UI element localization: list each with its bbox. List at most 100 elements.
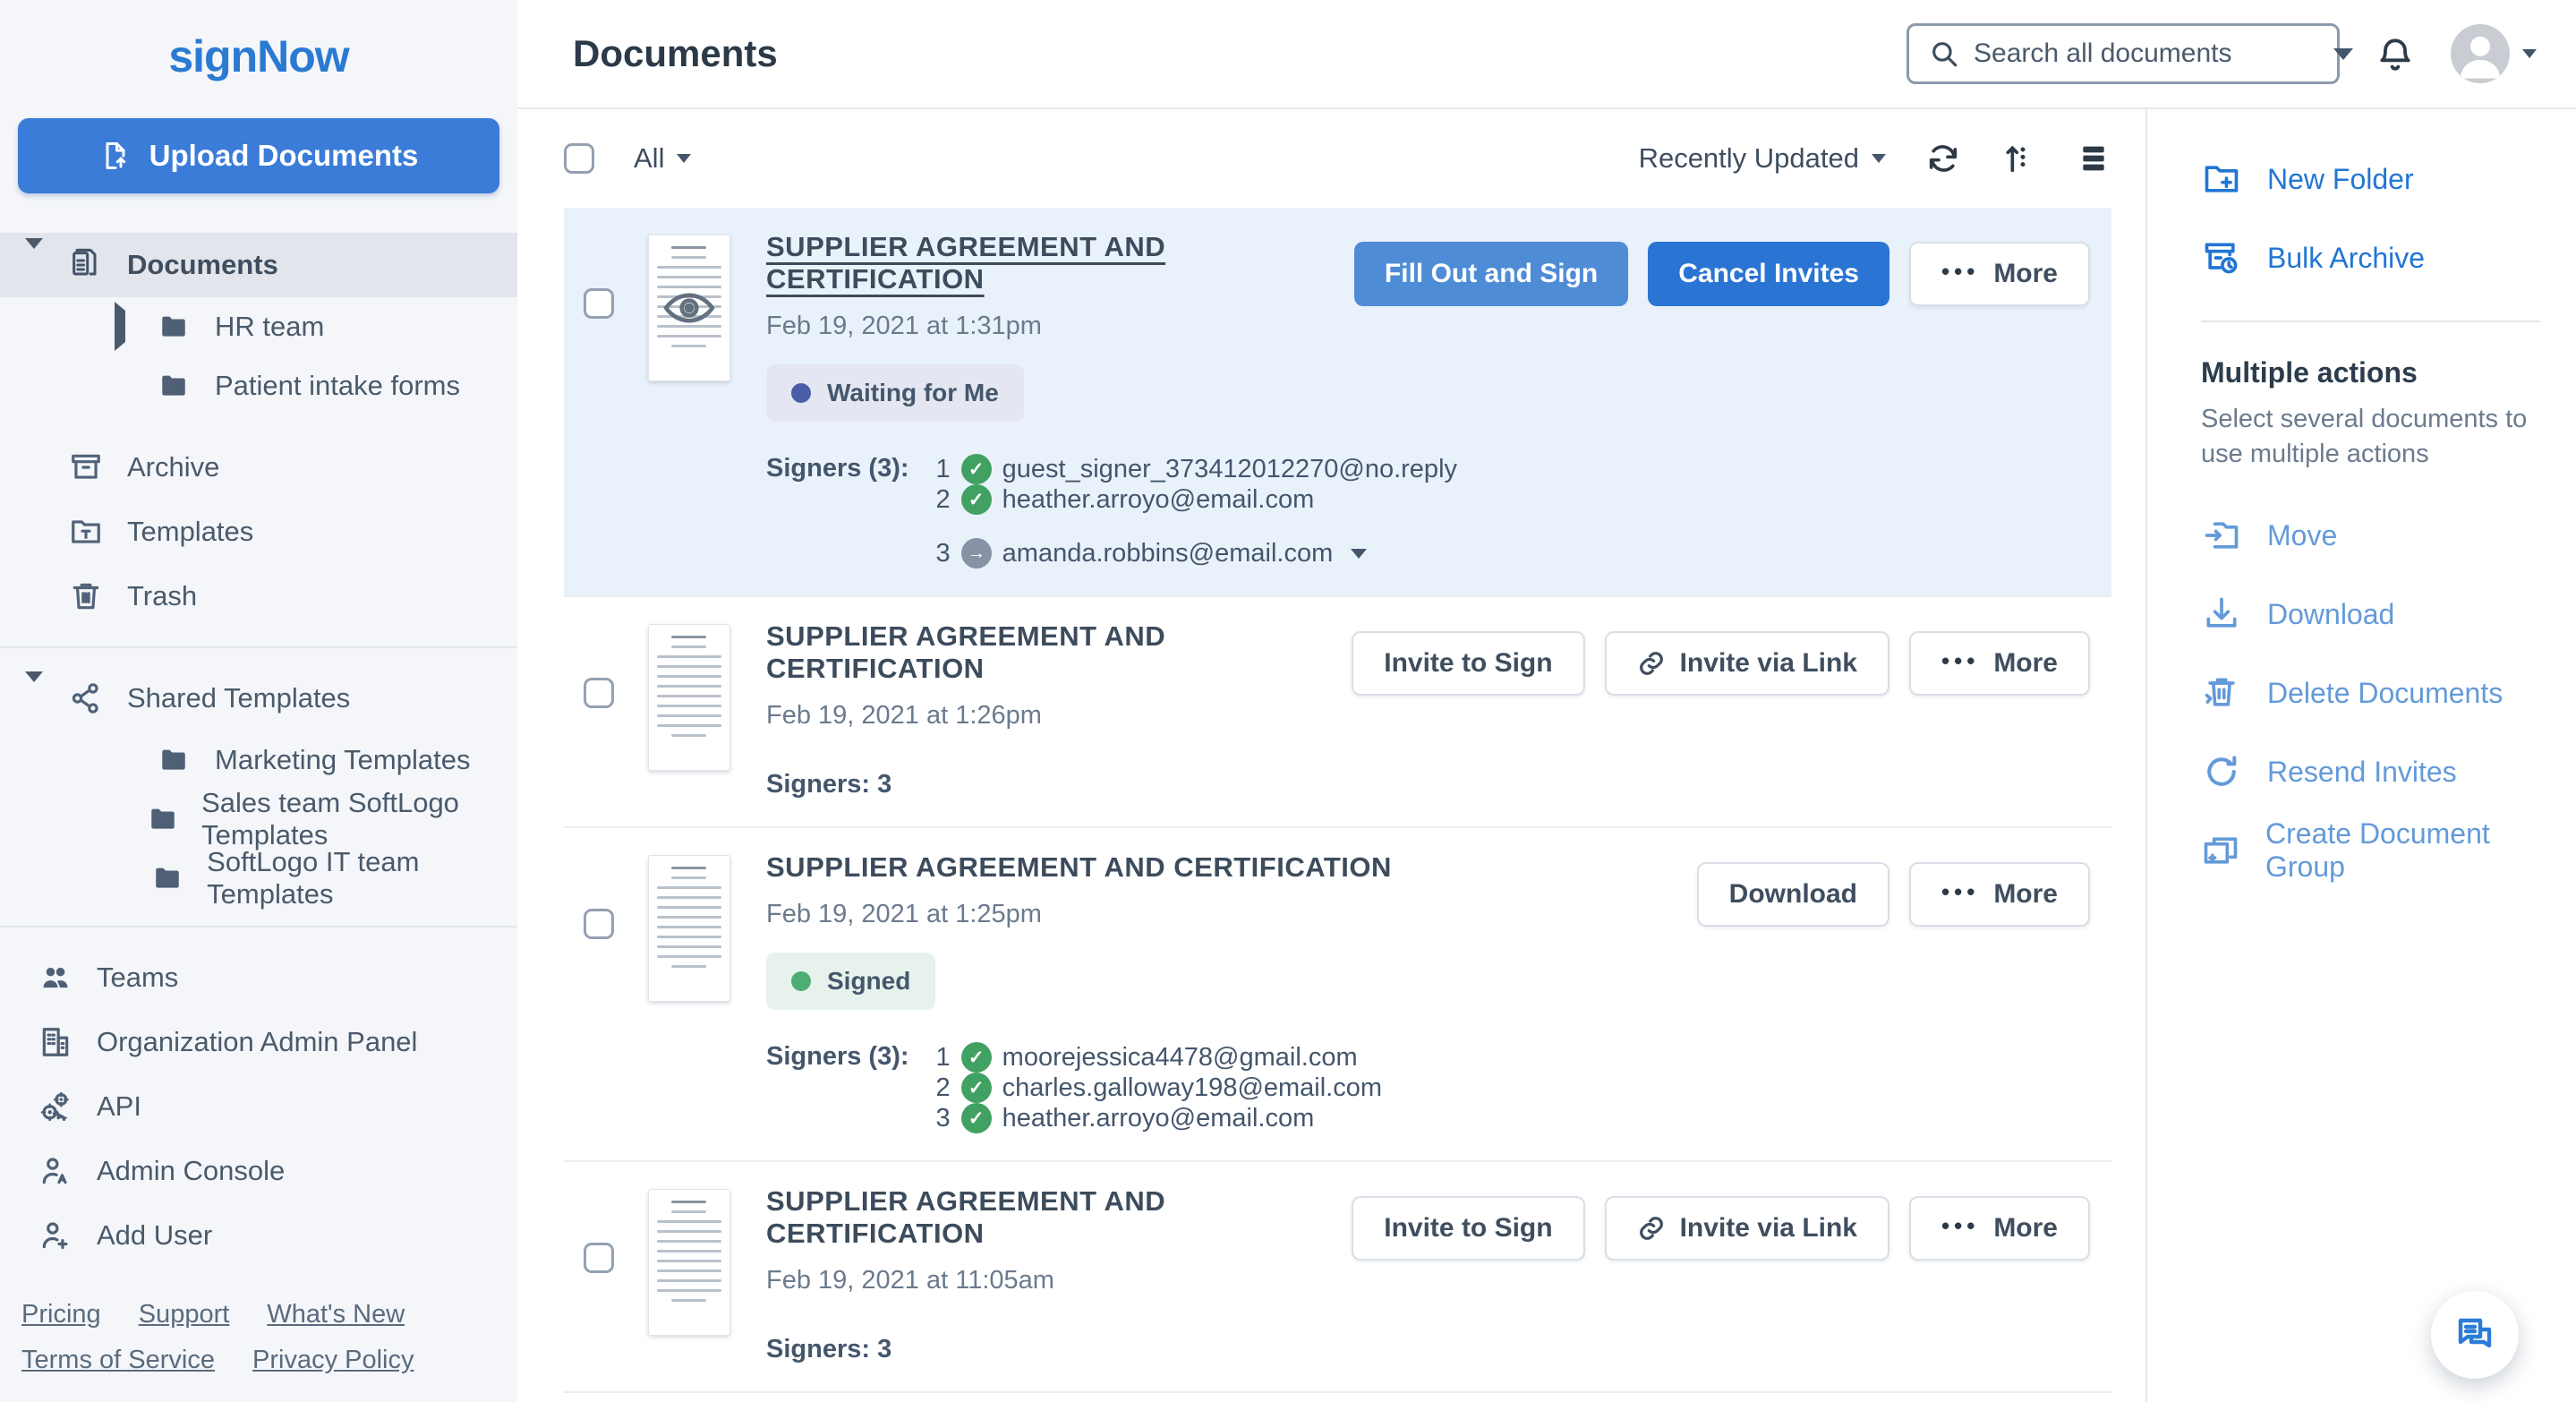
chat-support-button[interactable]: [2431, 1291, 2519, 1379]
document-row[interactable]: SUPPLIER AGREEMENT AND CERTIFICATION Feb…: [564, 1162, 2111, 1393]
signer-status-icon: [960, 484, 992, 515]
sidebar-item-templates[interactable]: Templates: [0, 500, 517, 564]
document-row[interactable]: SUPPLIER AGREEMENT AND CERTIFICATION Feb…: [564, 1393, 2111, 1402]
more-button[interactable]: ••• More: [1909, 1196, 2090, 1261]
signer-status-icon: [960, 1073, 992, 1103]
sidebar-item-label: API: [97, 1090, 141, 1122]
document-date: Feb 19, 2021 at 1:31pm: [766, 312, 1042, 340]
whats-new-link[interactable]: What's New: [267, 1300, 405, 1329]
support-link[interactable]: Support: [139, 1300, 230, 1329]
more-button[interactable]: ••• More: [1909, 862, 2090, 927]
resend-invites-action[interactable]: Resend Invites: [2201, 744, 2549, 799]
sidebar-item-sales-team-softlogo-templates[interactable]: Sales team SoftLogo Templates: [0, 787, 517, 851]
sidebar-item-add-user[interactable]: Add User: [0, 1203, 517, 1268]
list-view-icon[interactable]: [2076, 141, 2111, 176]
search-box[interactable]: [1906, 23, 2353, 84]
row-checkbox[interactable]: [584, 678, 614, 708]
upload-documents-button[interactable]: Upload Documents: [18, 118, 499, 193]
invite-to-sign-button[interactable]: Invite to Sign: [1352, 1196, 1585, 1261]
filter-all-dropdown[interactable]: All: [634, 142, 692, 175]
bulk-archive-button[interactable]: Bulk Archive: [2201, 231, 2549, 285]
upload-documents-label: Upload Documents: [149, 139, 419, 172]
sidebar-item-admin-console[interactable]: Admin Console: [0, 1139, 517, 1203]
main-area: Documents Search all documents All Recen…: [517, 0, 2576, 1402]
folder-icon: [156, 745, 192, 775]
document-title[interactable]: SUPPLIER AGREEMENT AND CERTIFICATION: [766, 231, 1354, 295]
pricing-link[interactable]: Pricing: [21, 1300, 101, 1329]
sidebar-item-shared-templates[interactable]: Shared Templates: [0, 666, 517, 731]
sidebar-item-archive[interactable]: Archive: [0, 435, 517, 500]
chevron-right-icon[interactable]: [115, 302, 125, 351]
sidebar-item-patient-intake-forms[interactable]: Patient intake forms: [0, 356, 517, 415]
more-button[interactable]: ••• More: [1909, 631, 2090, 696]
document-row[interactable]: SUPPLIER AGREEMENT AND CERTIFICATION Feb…: [564, 597, 2111, 828]
trash-icon: [68, 579, 104, 613]
terms-of-service-link[interactable]: Terms of Service: [21, 1346, 215, 1374]
document-row[interactable]: SUPPLIER AGREEMENT AND CERTIFICATION Feb…: [564, 208, 2111, 597]
avatar[interactable]: [2451, 24, 2510, 83]
signer: 3 heather.arroyo@email.com: [936, 1103, 1315, 1133]
sidebar-item-hr-team[interactable]: HR team: [0, 297, 517, 356]
chevron-down-icon[interactable]: [25, 671, 43, 714]
move-icon: [2201, 516, 2242, 555]
document-title[interactable]: SUPPLIER AGREEMENT AND CERTIFICATION: [766, 1185, 1352, 1250]
sidebar-item-label: Teams: [97, 962, 179, 993]
status-badge: Signed: [766, 953, 936, 1010]
sidebar-item-organization-admin-panel[interactable]: Organization Admin Panel: [0, 1010, 517, 1074]
invite-via-link-button[interactable]: Invite via Link: [1604, 1196, 1889, 1261]
more-button[interactable]: ••• More: [1909, 242, 2090, 306]
search-input[interactable]: [1974, 38, 2319, 69]
refresh-icon[interactable]: [1925, 141, 1961, 176]
signers-list: Signers (3): 1 moorejessica4478@gmail.co…: [766, 1042, 1697, 1133]
sidebar-item-label: Templates: [127, 516, 254, 547]
document-thumbnail[interactable]: [648, 1189, 730, 1336]
document-date: Feb 19, 2021 at 11:05am: [766, 1266, 1054, 1295]
download-action[interactable]: Download: [2201, 586, 2549, 642]
notifications-bell-icon[interactable]: [2376, 34, 2415, 73]
cancel-invites-button[interactable]: Cancel Invites: [1648, 242, 1889, 306]
shared-templates-icon: [68, 681, 104, 715]
new-folder-button[interactable]: New Folder: [2201, 152, 2549, 206]
more-dots-icon: •••: [1941, 1212, 1980, 1239]
sidebar-item-marketing-templates[interactable]: Marketing Templates: [0, 731, 517, 790]
invite-to-sign-button[interactable]: Invite to Sign: [1352, 631, 1585, 696]
document-title[interactable]: SUPPLIER AGREEMENT AND CERTIFICATION: [766, 851, 1697, 884]
sort-order-dropdown[interactable]: Recently Updated: [1639, 142, 1886, 175]
status-dot: [791, 971, 811, 991]
privacy-policy-link[interactable]: Privacy Policy: [252, 1346, 414, 1374]
create-document-group-action[interactable]: Create Document Group: [2201, 817, 2549, 883]
more-dots-icon: •••: [1941, 647, 1980, 674]
select-all-checkbox[interactable]: [564, 143, 594, 174]
more-dots-icon: •••: [1941, 878, 1980, 905]
document-thumbnail[interactable]: [648, 235, 730, 381]
search-scope-caret-icon[interactable]: [2333, 47, 2353, 60]
signer-email: heather.arroyo@email.com: [1002, 1103, 1315, 1133]
chevron-down-icon[interactable]: [25, 238, 43, 280]
document-thumbnail[interactable]: [648, 624, 730, 771]
admin-console-icon: [38, 1154, 73, 1188]
sidebar-item-trash[interactable]: Trash: [0, 564, 517, 628]
fill-out-and-sign-button[interactable]: Fill Out and Sign: [1353, 242, 1629, 306]
sidebar-item-documents[interactable]: Documents: [0, 233, 517, 297]
sidebar-item-teams[interactable]: Teams: [0, 945, 517, 1010]
document-row[interactable]: SUPPLIER AGREEMENT AND CERTIFICATION Feb…: [564, 828, 2111, 1162]
row-checkbox[interactable]: [584, 909, 614, 939]
chevron-down-icon[interactable]: [2522, 49, 2537, 58]
sidebar-item-label: Documents: [127, 249, 278, 280]
sidebar-item-softlogo-it-team-templates[interactable]: SoftLogo IT team Templates: [0, 846, 517, 910]
row-checkbox[interactable]: [584, 288, 614, 319]
sidebar-nav: Documents HR team Patient intake forms A…: [0, 233, 517, 1268]
download-button[interactable]: Download: [1696, 862, 1889, 927]
move-action[interactable]: Move: [2201, 508, 2549, 563]
signer-email: moorejessica4478@gmail.com: [1002, 1042, 1358, 1072]
document-title[interactable]: SUPPLIER AGREEMENT AND CERTIFICATION: [766, 620, 1352, 685]
api-gears-icon: [38, 1090, 73, 1124]
sidebar-item-api[interactable]: API: [0, 1074, 517, 1139]
row-checkbox[interactable]: [584, 1243, 614, 1273]
signer-expand-caret-icon[interactable]: [1351, 548, 1368, 559]
delete-documents-action[interactable]: Delete Documents: [2201, 665, 2549, 721]
invite-via-link-button[interactable]: Invite via Link: [1604, 631, 1889, 696]
sort-ascending-icon[interactable]: [2000, 141, 2036, 176]
account-menu[interactable]: [2451, 24, 2537, 83]
document-thumbnail[interactable]: [648, 855, 730, 1002]
